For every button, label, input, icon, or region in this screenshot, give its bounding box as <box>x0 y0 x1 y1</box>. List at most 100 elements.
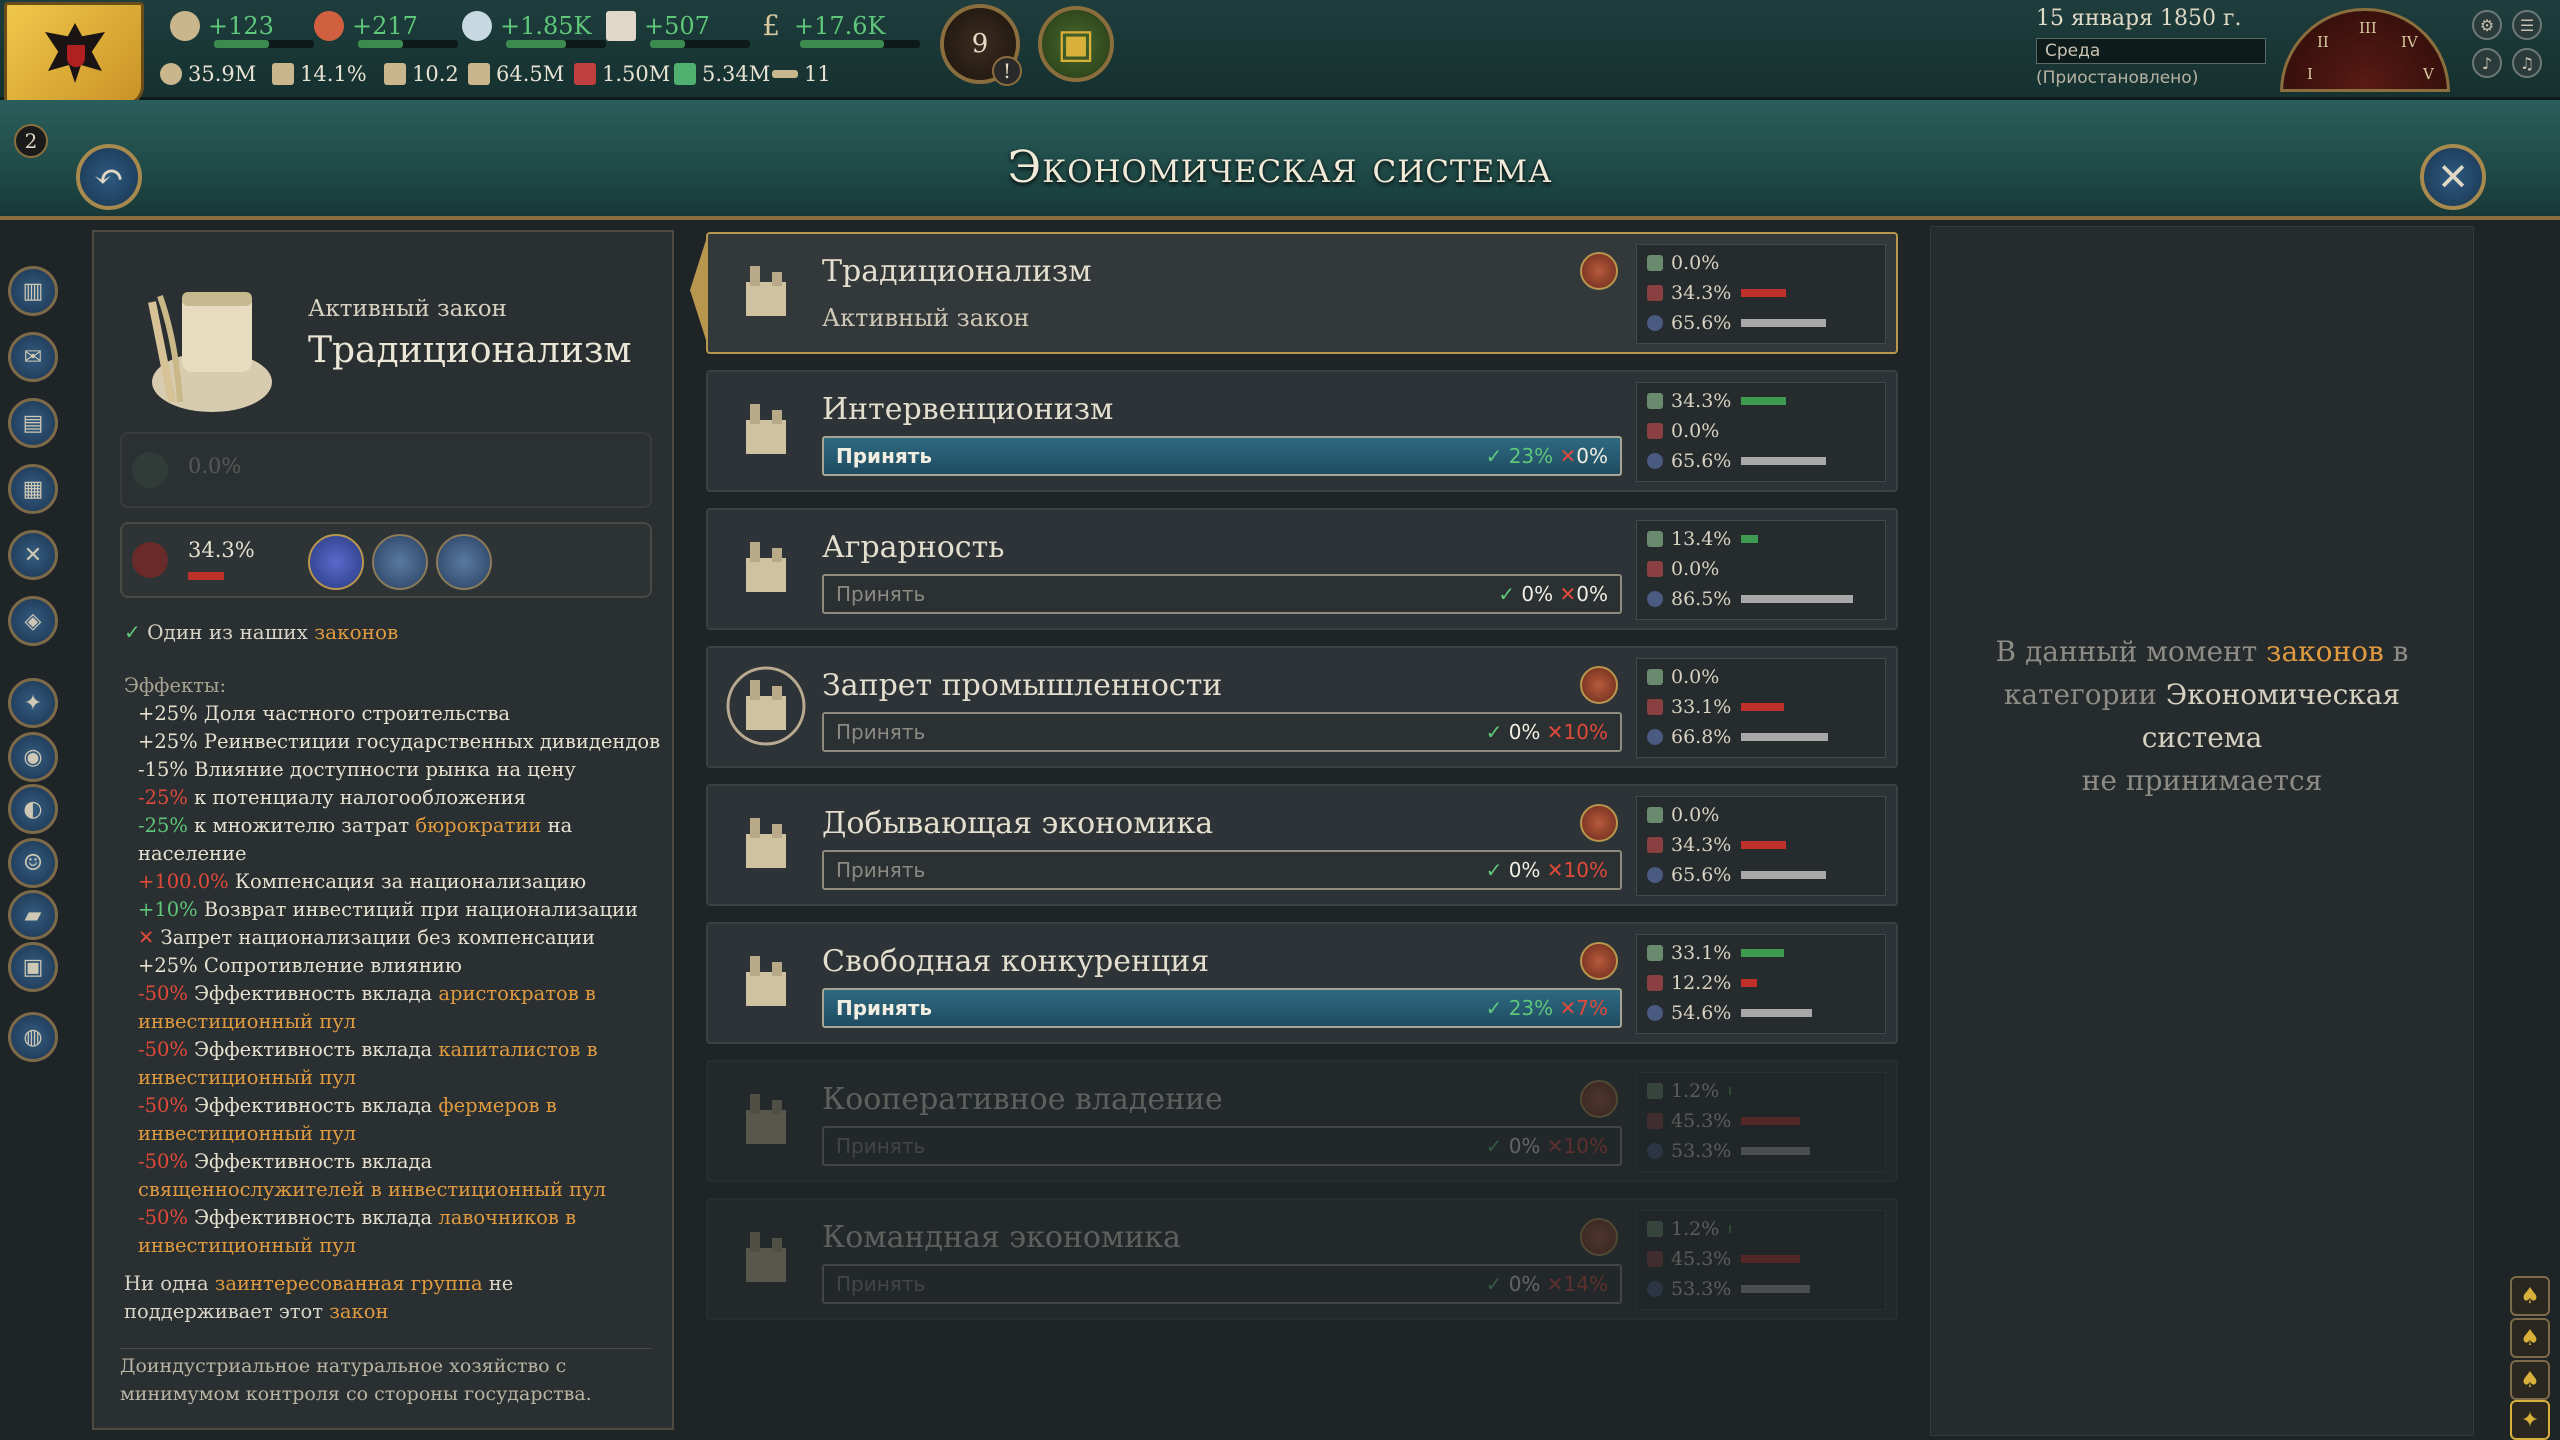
outliner-icon[interactable]: ♠ <box>2510 1360 2550 1400</box>
neutral-row: 53.3% <box>1647 1275 1811 1303</box>
military-icon[interactable]: ✕ <box>8 530 58 580</box>
stat-sol[interactable]: 10.2 <box>384 62 459 86</box>
enact-button[interactable]: Принять ✓ 0% ✕10% <box>822 712 1622 752</box>
literacy-icon <box>272 63 294 85</box>
interest-group-icon[interactable] <box>1580 804 1618 842</box>
stat-population[interactable]: 64.5M <box>468 62 564 86</box>
thumbs-up-icon <box>1647 1221 1663 1237</box>
country-flag[interactable] <box>4 2 144 106</box>
sound-icon[interactable]: ♫ <box>2512 48 2542 78</box>
enact-button[interactable]: Принять ✓ 0% ✕14% <box>822 1264 1622 1304</box>
treasury-chest-icon[interactable]: ▣ <box>1038 6 1114 82</box>
alerts-button[interactable]: 9! <box>940 4 1022 86</box>
interest-group-icon[interactable] <box>1580 942 1618 980</box>
effect-value: +100.0% <box>138 870 229 893</box>
stat-literacy[interactable]: 14.1% <box>272 62 367 86</box>
outliner-icon[interactable]: ♠ <box>2510 1276 2550 1316</box>
resource-authority[interactable]: +123 <box>170 6 314 48</box>
laws-link[interactable]: законов <box>2266 635 2384 668</box>
oppose-value: 45.3% <box>1671 1110 1732 1132</box>
opposers-box[interactable]: 34.3% <box>120 522 652 598</box>
music-icon[interactable]: ♪ <box>2472 48 2502 78</box>
globe-icon[interactable]: ◍ <box>8 1012 58 1062</box>
diplomacy-nav-icon[interactable]: ◈ <box>8 596 58 646</box>
politics-icon[interactable]: ✉ <box>8 332 58 382</box>
oppose-value: 45.3% <box>1671 1248 1732 1270</box>
outliner-icon[interactable]: ♠ <box>2510 1318 2550 1358</box>
oppose-bar <box>1741 979 1758 987</box>
law-support-stats: 0.0% 33.1% 66.8% <box>1636 658 1886 758</box>
supporters-box[interactable]: 0.0% <box>120 432 652 508</box>
menu-icon[interactable]: ☰ <box>2512 10 2542 40</box>
support-value: 1.2% <box>1671 1080 1720 1102</box>
interest-group-icon[interactable] <box>1580 252 1618 290</box>
law-row[interactable]: Кооперативное владение Принять ✓ 0% ✕10% 1.… <box>706 1060 1898 1182</box>
stat-army[interactable]: 11 <box>772 62 831 86</box>
law-description: Доиндустриальное натуральное хозяйство с… <box>120 1355 592 1405</box>
enact-button[interactable]: Принять ✓ 0% ✕10% <box>822 850 1622 890</box>
neutral-row: 65.6% <box>1647 309 1827 337</box>
enact-chance: ✓ 0% ✕10% <box>1486 720 1608 744</box>
stat-gdp[interactable]: 35.9M <box>160 62 256 86</box>
effects-list: Эффекты: +25% Доля частного строительств… <box>124 672 664 1326</box>
stat-prestige[interactable]: 5.34M <box>674 62 770 86</box>
stat-manpower[interactable]: 1.50M <box>574 62 670 86</box>
law-row[interactable]: Традиционализм Активный закон 0.0% 34.3% 65.… <box>706 232 1898 354</box>
resource-influence[interactable]: +217 <box>314 6 458 48</box>
pop-type-link[interactable]: священнослужителей в инвестиционный пул <box>138 1178 606 1201</box>
support-bar <box>1729 1087 1732 1095</box>
law-icon <box>746 1232 786 1282</box>
neutral-value: 86.5% <box>1671 588 1732 610</box>
interest-group-link[interactable]: заинтересованная группа <box>215 1272 483 1295</box>
treasury-icon[interactable]: ▣ <box>8 942 58 992</box>
law-support-stats: 13.4% 0.0% 86.5% <box>1636 520 1886 620</box>
speed-mark: IV <box>2401 33 2418 51</box>
rural-folk-ig-icon[interactable] <box>436 534 492 590</box>
government-icon[interactable]: ▥ <box>8 266 58 316</box>
landowners-ig-icon[interactable] <box>308 534 364 590</box>
interest-group-icon[interactable] <box>1580 1080 1618 1118</box>
effect-row: -50% Эффективность вклада капиталистов в… <box>124 1036 664 1092</box>
law-link[interactable]: закон <box>329 1300 388 1323</box>
lightbulb-icon[interactable]: ✦ <box>2510 1400 2550 1440</box>
people-icon[interactable]: ☺ <box>8 838 58 888</box>
current-date: 15 января 1850 г. <box>2036 6 2242 31</box>
law-row[interactable]: Интервенционизм Принять ✓ 23% ✕0% 34.3% 0.0%… <box>706 370 1898 492</box>
speed-clock[interactable]: II III IV V I <box>2280 8 2450 92</box>
law-row[interactable]: Командная экономика Принять ✓ 0% ✕14% 1.2% 4… <box>706 1198 1898 1320</box>
law-row[interactable]: Запрет промышленности Принять ✓ 0% ✕10% 0.0… <box>706 646 1898 768</box>
bureaucracy-link[interactable]: бюрократии <box>415 814 541 837</box>
cross-icon: ✕ <box>1546 1272 1564 1296</box>
law-row[interactable]: Свободная конкуренция Принять ✓ 23% ✕7% 33.… <box>706 922 1898 1044</box>
thumbs-down-icon <box>1647 285 1663 301</box>
journal-icon[interactable]: ▰ <box>8 890 58 940</box>
selected-arrow <box>690 240 706 340</box>
interest-group-icon[interactable] <box>1580 666 1618 704</box>
resource-money[interactable]: £ +17.6K <box>756 6 920 48</box>
enact-button[interactable]: Принять ✓ 23% ✕0% <box>822 436 1622 476</box>
bird-icon[interactable]: ✦ <box>8 678 58 728</box>
enact-label: Принять <box>836 996 932 1020</box>
resource-diplomacy[interactable]: +1.85K <box>462 6 606 48</box>
oppose-bar <box>1741 1255 1801 1263</box>
category-name: Экономическая система <box>2141 678 2401 754</box>
resource-bureaucracy[interactable]: +507 <box>606 6 750 48</box>
interest-group-icon[interactable] <box>1580 1218 1618 1256</box>
map-icon[interactable]: ◐ <box>8 784 58 834</box>
enact-button[interactable]: Принять ✓ 0% ✕0% <box>822 574 1622 614</box>
close-button[interactable]: ✕ <box>2420 144 2486 210</box>
research-icon[interactable]: ◉ <box>8 732 58 782</box>
settings-icon[interactable]: ⚙ <box>2472 10 2502 40</box>
influence-icon <box>314 11 344 41</box>
law-row[interactable]: Добывающая экономика Принять ✓ 0% ✕10% 0.0%… <box>706 784 1898 906</box>
enact-button[interactable]: Принять ✓ 23% ✕7% <box>822 988 1622 1028</box>
industry-icon[interactable]: ▤ <box>8 398 58 448</box>
laws-link[interactable]: законов <box>314 620 398 644</box>
law-icon <box>746 956 786 1006</box>
enact-label: Принять <box>836 1134 926 1158</box>
law-row[interactable]: Аграрность Принять ✓ 0% ✕0% 13.4% 0.0% 86.5% <box>706 508 1898 630</box>
devout-ig-icon[interactable] <box>372 534 428 590</box>
game-speed-field[interactable]: Среда <box>2036 38 2266 64</box>
trade-icon[interactable]: ▦ <box>8 464 58 514</box>
enact-button[interactable]: Принять ✓ 0% ✕10% <box>822 1126 1622 1166</box>
